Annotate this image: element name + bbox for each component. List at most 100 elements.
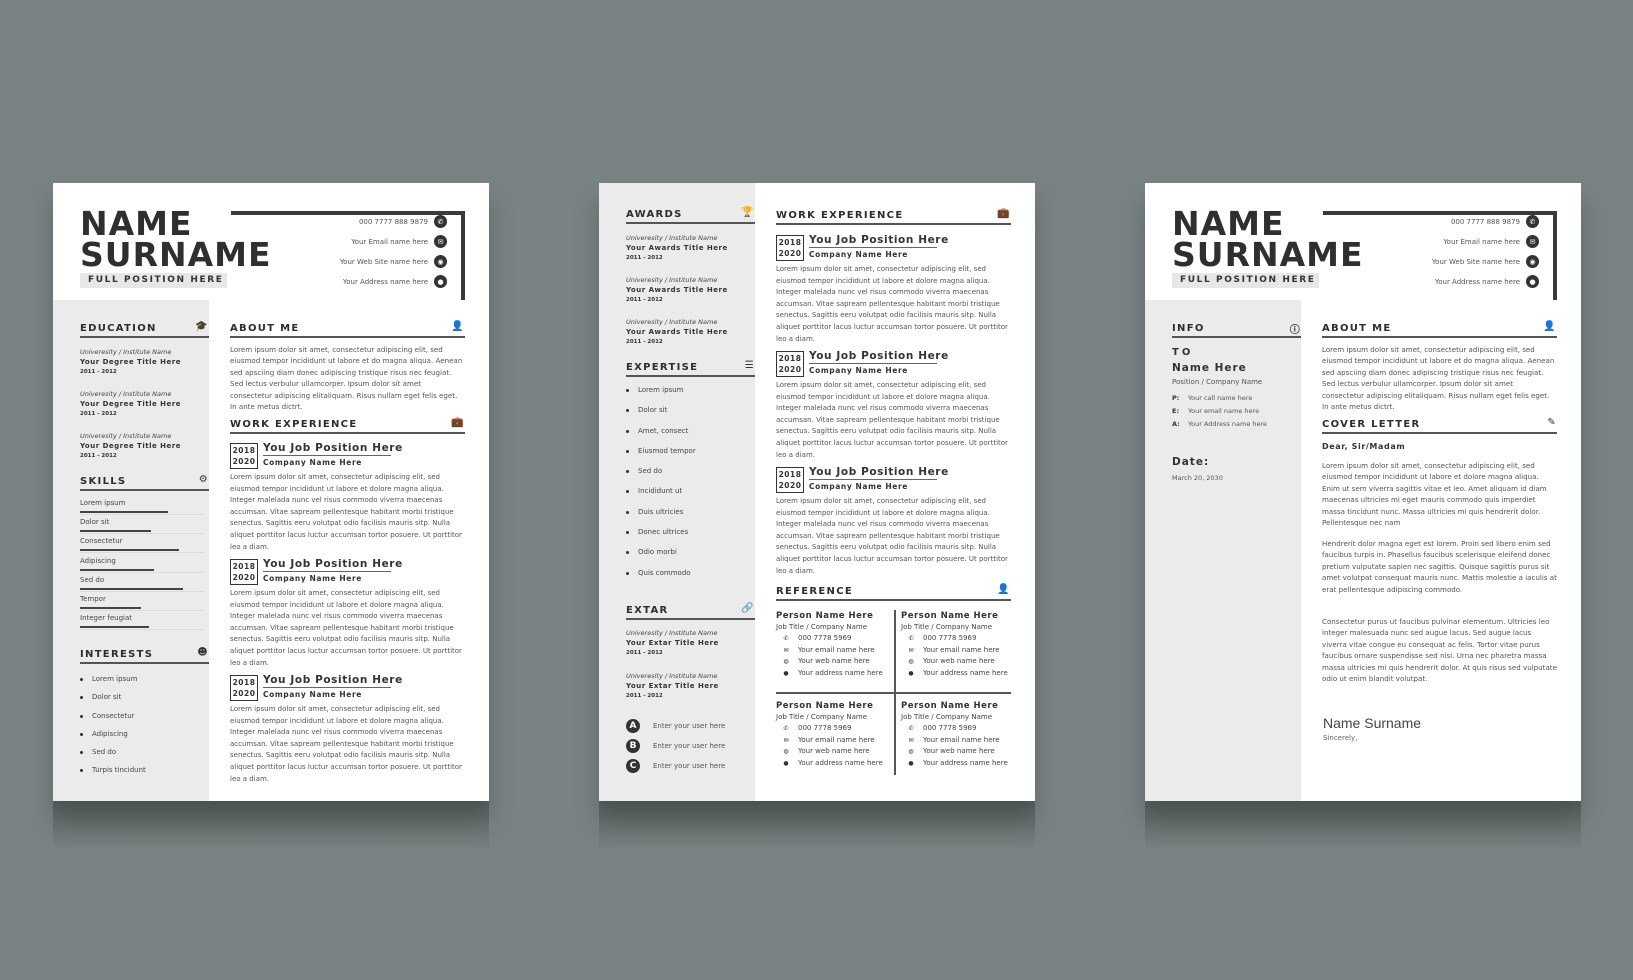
reference-phone: ✆ 000 7778 5969 <box>776 633 894 645</box>
date-value: March 20, 2030 <box>1172 474 1223 482</box>
reference-web-text: Your web name here <box>923 747 995 755</box>
start-year: 2018 <box>232 446 256 455</box>
skill-level-bar <box>80 549 180 552</box>
skill-level-bar <box>80 626 150 629</box>
reference-email: ✉ Your email name here <box>901 735 1019 747</box>
company-name: Company Name Here <box>263 574 362 583</box>
row-label: A: <box>1172 420 1180 428</box>
about-text: Lorem ipsum dolor sit amet, consectetur … <box>230 345 463 412</box>
job-title: You Job Position Here <box>809 350 949 364</box>
contact-phone: 000 7777 888 9879 ✆ <box>1451 215 1539 228</box>
expertise-item: Quis commodo <box>626 569 696 589</box>
user-icon: 👤 <box>1543 321 1557 332</box>
reference-heading: REFERENCE 👤 <box>776 584 1011 601</box>
email-icon: ✉ <box>1526 235 1539 248</box>
to-label: TO <box>1172 347 1194 358</box>
reference-web: ◍ Your web name here <box>776 746 894 758</box>
phone-icon: ✆ <box>434 215 447 228</box>
header-frame-vertical <box>1553 211 1557 300</box>
recipient-info: TO Name Here Position / Company Name P: Y… <box>1172 345 1267 431</box>
resume-page: NAME SURNAME FULL POSITION HERE 000 7777… <box>53 183 489 801</box>
award-entry: Univeresity / Institute Name Your Awards … <box>626 233 728 263</box>
location-icon: ● <box>908 759 914 767</box>
skill-track <box>80 590 204 592</box>
contact-web: Your Web Site name here ◉ <box>1432 255 1539 268</box>
work-heading: WORK EXPERIENCE 💼 <box>776 208 1011 225</box>
skill-level-bar <box>80 568 155 571</box>
reference-phone: ✆ 000 7778 5969 <box>901 723 1019 735</box>
job-title: You Job Position Here <box>263 674 403 688</box>
reference-card: Person Name Here Job Title / Company Name… <box>776 700 894 769</box>
company-name: Company Name Here <box>263 458 362 467</box>
interest-item: Consectetur <box>80 712 146 730</box>
skill-name: Dolor sit <box>80 518 110 527</box>
institution: Univeresity / Institute Name <box>626 234 718 242</box>
reference-email-text: Your email name here <box>923 735 1000 744</box>
email-icon: ✉ <box>908 736 914 744</box>
contact-web-text: Your Web Site name here <box>1431 257 1520 266</box>
expertise-item: Incididunt ut <box>626 487 696 507</box>
skill-item: Integer feugiat <box>80 614 204 631</box>
institution: Univeresity / Institute Name <box>80 390 172 398</box>
skills-title: SKILLS <box>80 476 127 487</box>
interest-item: Adipiscing <box>80 730 146 748</box>
expertise-item: Duis ultricies <box>626 508 696 528</box>
degree: Your Degree Title Here <box>80 400 181 408</box>
years: 2011 - 2012 <box>80 369 117 375</box>
skill-item: Dolor sit <box>80 518 204 535</box>
about-title: ABOUT ME <box>230 323 300 334</box>
skill-name: Tempor <box>80 595 106 603</box>
reference-web-text: Your web name here <box>798 747 870 755</box>
job-years: 2018 2020 <box>230 443 258 469</box>
extar-heading: EXTAR 🔗 <box>626 603 755 620</box>
reference-job: Job Title / Company Name <box>901 623 993 631</box>
reference-phone-text: 000 7778 5969 <box>798 634 852 642</box>
row-text: Your email name here <box>1188 407 1260 415</box>
phone-icon: ✆ <box>783 725 789 732</box>
reference-card: Person Name Here Job Title / Company Name… <box>776 610 894 679</box>
job-description: Lorem ipsum dolor sit amet, consectetur … <box>776 497 1008 575</box>
name-heading: NAME SURNAME <box>80 207 272 271</box>
user-entry: A Enter your user here <box>626 719 725 733</box>
info-title: INFO <box>1172 323 1205 334</box>
location-icon: ● <box>1526 275 1539 288</box>
extar-entry: Univeresity / Institute Name Your Extar T… <box>626 628 719 658</box>
reference-phone-text: 000 7778 5969 <box>923 724 977 732</box>
document-icon: ☰ <box>744 360 755 371</box>
awards-heading: AWARDS 🏆 <box>626 207 755 224</box>
reference-job: Job Title / Company Name <box>776 713 868 721</box>
skill-name: Consectetur <box>80 537 123 546</box>
reference-email-text: Your email name here <box>798 735 875 744</box>
page-shadow <box>53 801 489 851</box>
globe-icon: ◉ <box>1526 255 1539 268</box>
location-icon: ● <box>783 759 789 767</box>
expertise-item: Dolor sit <box>626 406 696 426</box>
skill-track <box>80 514 204 515</box>
skill-name: Adipiscing <box>80 556 116 565</box>
start-year: 2018 <box>778 470 802 479</box>
cover-letter-heading: COVER LETTER ✎ <box>1322 417 1557 434</box>
user-icon: 👤 <box>997 584 1011 595</box>
link-icon: 🔗 <box>741 603 755 614</box>
company-name: Company Name Here <box>809 482 908 491</box>
head-icon: ☻ <box>197 647 209 658</box>
education-entry: Univeresity / Institute Name Your Degree … <box>80 431 181 461</box>
work-title: WORK EXPERIENCE <box>776 210 904 221</box>
location-icon: ● <box>783 669 789 677</box>
skill-name: Integer feugiat <box>80 614 133 623</box>
end-year: 2020 <box>778 365 802 374</box>
phone-icon: ✆ <box>783 635 789 642</box>
pencil-icon: ✎ <box>1547 417 1557 428</box>
job-description: Lorem ipsum dolor sit amet, consectetur … <box>776 265 1008 343</box>
institution: Univeresity / Institute Name <box>626 629 718 637</box>
reference-web: ◍ Your web name here <box>901 746 1019 758</box>
contact-address-text: Your Address name here <box>342 277 428 286</box>
reference-name: Person Name Here <box>901 701 999 711</box>
letter-badge: C <box>626 759 640 773</box>
user-text: Enter your user here <box>653 742 726 750</box>
contact-email: Your Email name here ✉ <box>1443 235 1539 248</box>
contact-address: Your Address name here ● <box>1435 275 1539 288</box>
education-entry: Univeresity / Institute Name Your Degree … <box>80 347 181 377</box>
job-title: You Job Position Here <box>809 466 949 480</box>
gear-icon: ⚙ <box>198 474 209 485</box>
